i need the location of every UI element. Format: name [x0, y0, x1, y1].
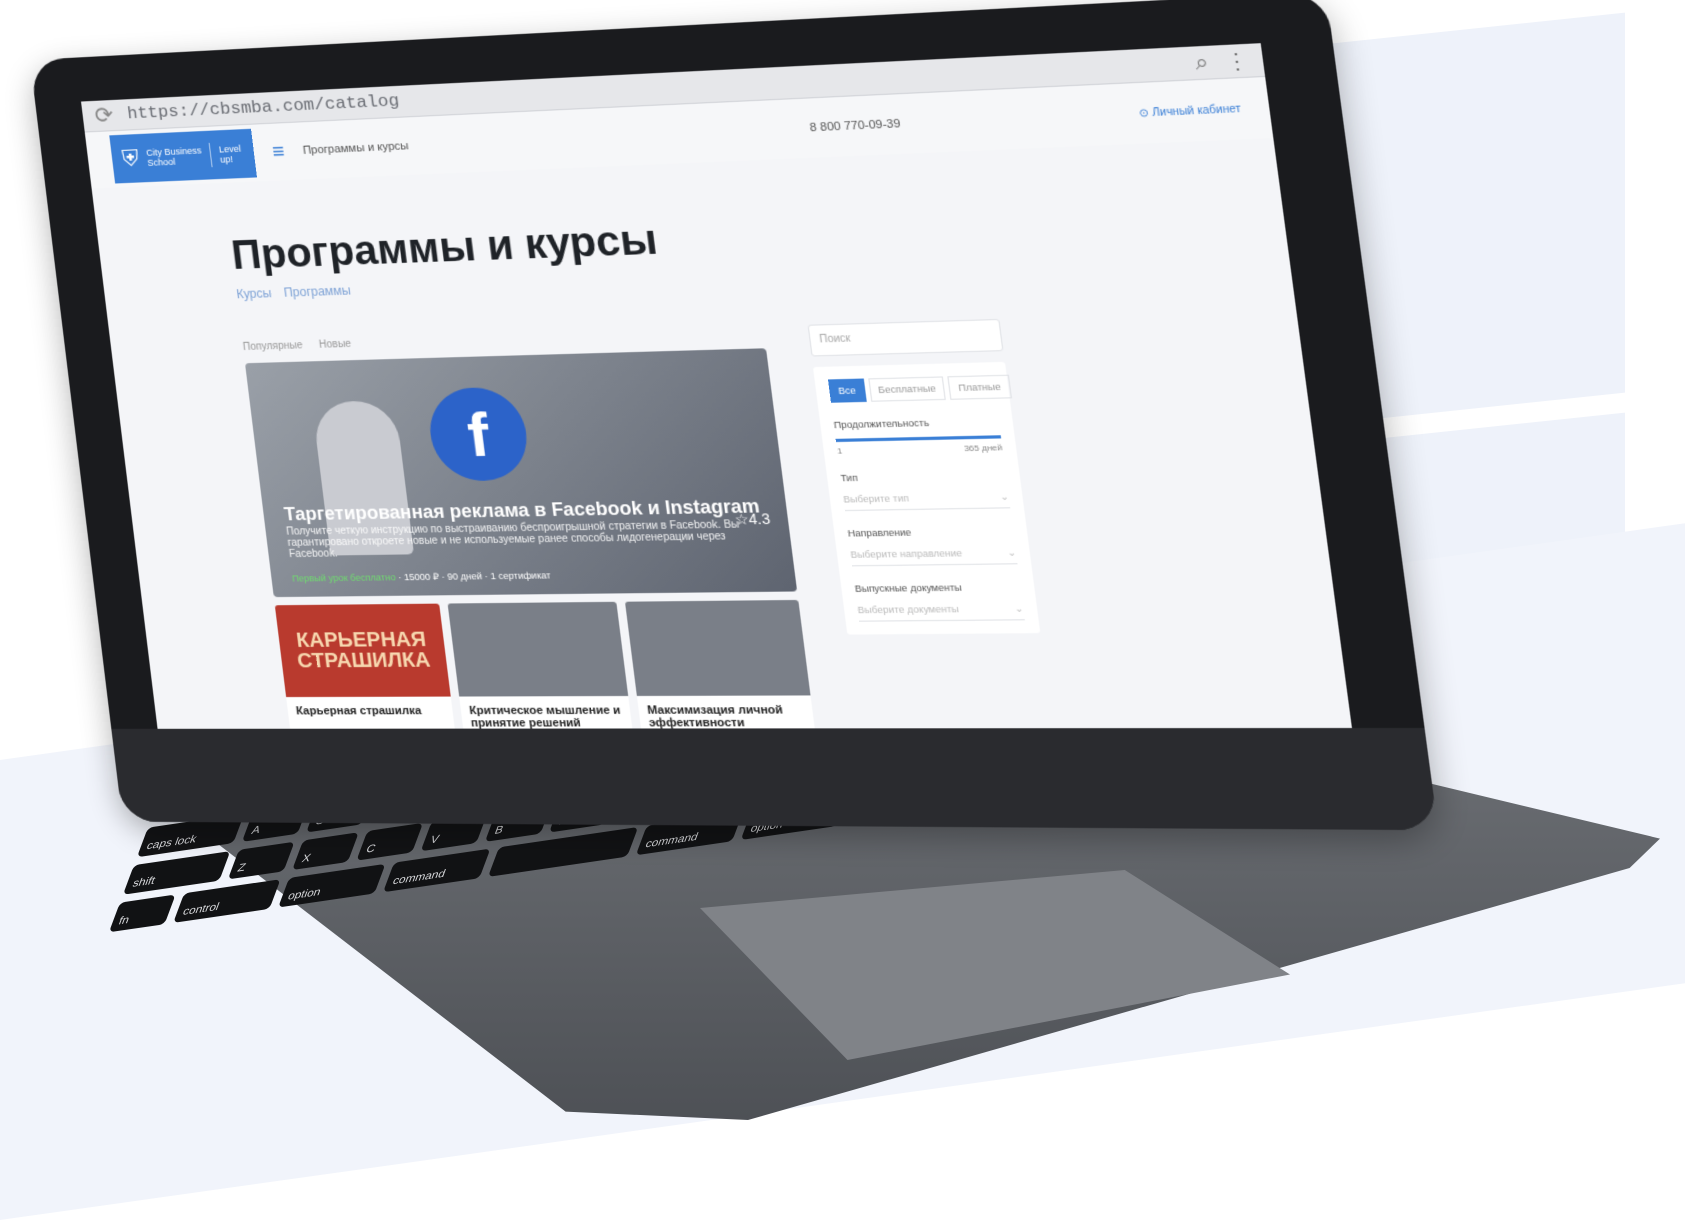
course-description: Получите четкую инструкцию по выстраиван…	[285, 519, 740, 561]
key: control	[173, 879, 281, 923]
chevron-down-icon: ⌄	[999, 491, 1010, 503]
rating-value: 4.3	[747, 510, 772, 528]
course-image	[624, 599, 811, 696]
personal-cabinet-link[interactable]: ⊙ Личный кабинет	[1138, 103, 1241, 120]
course-cards: КАРЬЕРНАЯ СТРАШИЛКА Карьерная страшилка …	[274, 599, 816, 729]
key: Z	[227, 841, 295, 880]
logo-text: City Business School	[145, 145, 203, 168]
duration-slider[interactable]	[835, 435, 1002, 443]
featured-course-card[interactable]: f Таргетированная реклама в Facebook и I…	[244, 348, 798, 598]
segment-free[interactable]: Бесплатные	[867, 376, 947, 402]
chevron-down-icon: ⌄	[1006, 547, 1017, 558]
price-segment: Все Бесплатные Платные	[827, 374, 1012, 403]
course-card[interactable]: Критическое мышление и принятие решений	[447, 601, 634, 729]
tab-new[interactable]: Новые	[318, 339, 351, 351]
chevron-down-icon: ⌄	[1013, 603, 1024, 614]
course-card[interactable]: Максимизация личной эффективности	[624, 599, 816, 729]
search-input[interactable]: Поиск	[807, 318, 1004, 357]
menu-dots-icon[interactable]: ⋮	[1223, 47, 1250, 75]
nav-programs-link[interactable]: Программы и курсы	[302, 140, 409, 157]
filter-sidebar: Поиск Все Бесплатные Платные Продолжител…	[807, 318, 1054, 729]
direction-placeholder: Выберите направление	[849, 547, 963, 560]
duration-range: 1 365 дней	[837, 443, 1003, 456]
facebook-icon: f	[424, 386, 532, 482]
reload-icon[interactable]: ⟳	[93, 102, 115, 129]
course-title: Максимизация личной эффективности	[646, 704, 784, 729]
course-certificate: 1 сертификат	[489, 570, 552, 582]
page-content: Программы и курсы Курсы Программы Популя…	[92, 138, 1352, 729]
cabinet-label: Личный кабинет	[1151, 102, 1242, 119]
direction-label: Направление	[847, 527, 912, 539]
type-placeholder: Выберите тип	[842, 492, 910, 505]
key: option	[278, 863, 386, 908]
tab-popular[interactable]: Популярные	[242, 340, 303, 353]
course-image: КАРЬЕРНАЯ СТРАШИЛКА	[274, 603, 451, 698]
filter-panel: Все Бесплатные Платные Продолжительность…	[812, 361, 1041, 635]
screen: ⟳ https://cbsmba.com/catalog ⌕ ⋮ ⛨ City …	[81, 43, 1352, 729]
key: X	[292, 832, 359, 871]
logo-tagline: Level up!	[218, 143, 242, 165]
key: C	[356, 822, 424, 861]
type-label: Тип	[839, 472, 859, 484]
duration-min: 1	[836, 446, 843, 456]
type-select[interactable]: Выберите тип ⌄	[842, 486, 1011, 512]
logo-divider	[208, 142, 213, 168]
sort-tabs: Популярные Новые	[242, 326, 764, 353]
duration-label: Продолжительность	[833, 417, 930, 431]
course-meta: Первый урок бесплатно · 15000 ₽ · 90 дне…	[291, 570, 552, 584]
course-title: Карьерная страшилка	[295, 704, 423, 718]
docs-label: Выпускные документы	[854, 582, 963, 595]
direction-select[interactable]: Выберите направление ⌄	[849, 542, 1018, 567]
docs-placeholder: Выберите документы	[856, 603, 960, 616]
free-lesson-badge: Первый урок бесплатно	[291, 572, 397, 584]
shield-icon: ⛨	[120, 145, 141, 172]
duration-max: 365 дней	[963, 442, 1003, 454]
course-duration: 90 дней	[446, 571, 483, 582]
key: command	[383, 848, 491, 893]
logo[interactable]: ⛨ City Business School Level up!	[109, 128, 257, 184]
laptop-lid: ⟳ https://cbsmba.com/catalog ⌕ ⋮ ⛨ City …	[30, 0, 1439, 831]
course-price: 15000 ₽	[403, 571, 440, 583]
breadcrumb-item[interactable]: Курсы	[236, 286, 273, 301]
catalog-list: Популярные Новые f Таргетированная рекла…	[242, 326, 816, 729]
breadcrumb-item[interactable]: Программы	[283, 283, 352, 300]
laptop-chin	[111, 727, 1439, 831]
course-image	[447, 601, 629, 697]
phone-number[interactable]: 8 800 770-09-39	[809, 118, 901, 135]
catalog-layout: Популярные Новые f Таргетированная рекла…	[242, 315, 1198, 729]
course-title: Критическое мышление и принятие решений	[468, 704, 622, 729]
docs-select[interactable]: Выберите документы ⌄	[856, 598, 1025, 622]
rating: ☆4.3	[734, 510, 772, 529]
search-icon[interactable]: ⌕	[1194, 50, 1211, 76]
hamburger-menu-icon[interactable]: ≡	[271, 140, 286, 164]
segment-paid[interactable]: Платные	[947, 374, 1012, 400]
segment-all[interactable]: Все	[827, 378, 867, 403]
course-card[interactable]: КАРЬЕРНАЯ СТРАШИЛКА Карьерная страшилка	[274, 603, 456, 729]
